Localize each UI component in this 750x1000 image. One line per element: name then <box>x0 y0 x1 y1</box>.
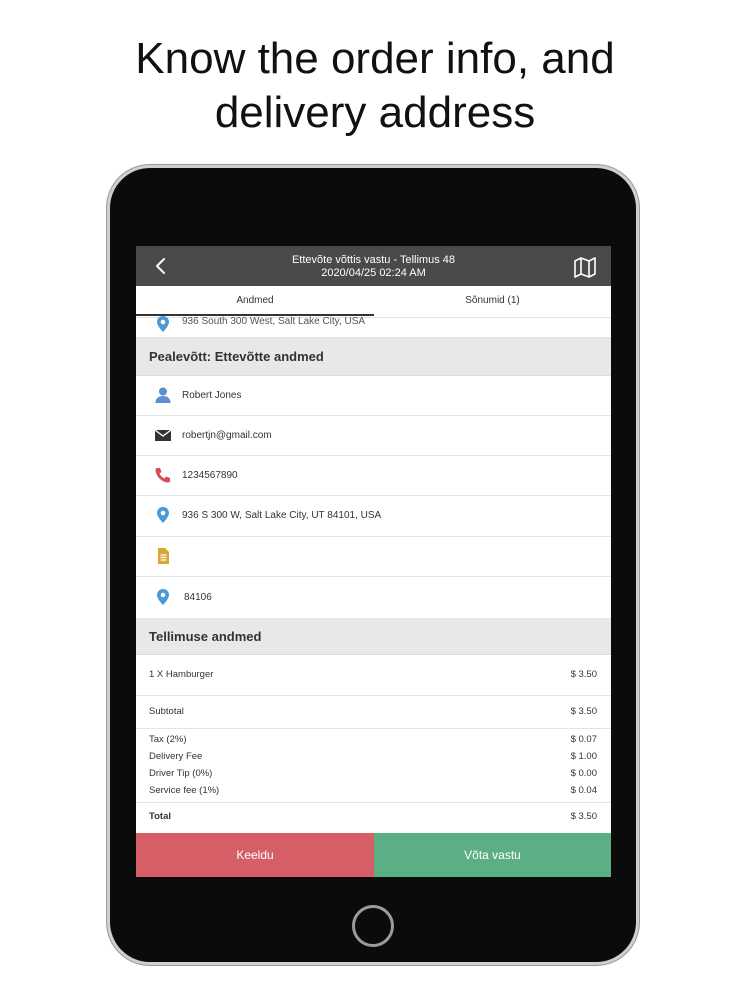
person-icon <box>155 387 171 403</box>
email-envelope-icon <box>154 429 172 441</box>
app-screen: Ettevõte võttis vastu - Tellimus 48 2020… <box>136 246 611 877</box>
location-pin-icon <box>157 316 169 332</box>
contact-name-row: Robert Jones <box>136 376 611 416</box>
order-item-amount: $ 3.50 <box>570 669 597 680</box>
order-datetime: 2020/04/25 02:24 AM <box>321 267 426 279</box>
fee-amount: $ 1.00 <box>570 751 597 762</box>
subtotal-amount: $ 3.50 <box>570 706 597 717</box>
headline-line-2: delivery address <box>214 88 536 137</box>
phone-icon <box>155 468 170 483</box>
order-title: Ettevõte võttis vastu - Tellimus 48 2020… <box>196 254 551 280</box>
tab-details[interactable]: Andmed <box>136 295 374 306</box>
fee-label: Delivery Fee <box>149 751 203 762</box>
order-item-label: 1 X Hamburger <box>149 669 214 680</box>
subtotal-label: Subtotal <box>149 706 184 717</box>
note-row <box>136 537 611 577</box>
contact-address: 936 S 300 W, Salt Lake City, UT 84101, U… <box>182 510 382 521</box>
contact-email: robertjn@gmail.com <box>182 430 272 441</box>
total-amount: $ 3.50 <box>570 811 597 822</box>
location-pin-icon <box>157 589 169 605</box>
top-bar: Ettevõte võttis vastu - Tellimus 48 2020… <box>136 246 611 286</box>
back-chevron-icon[interactable] <box>152 256 172 276</box>
reject-button[interactable]: Keeldu <box>136 833 374 877</box>
fee-amount: $ 0.00 <box>570 768 597 779</box>
pickup-section-header: Pealevõtt: Ettevõtte andmed <box>136 338 611 376</box>
contact-phone: 1234567890 <box>182 470 238 481</box>
order-section-header: Tellimuse andmed <box>136 619 611 655</box>
promo-headline: Know the order info, and delivery addres… <box>0 32 750 140</box>
tablet-frame: Ettevõte võttis vastu - Tellimus 48 2020… <box>110 168 636 962</box>
contact-email-row[interactable]: robertjn@gmail.com <box>136 416 611 456</box>
contact-phone-row[interactable]: 1234567890 <box>136 456 611 496</box>
order-item-row: 1 X Hamburger $ 3.50 <box>136 655 611 696</box>
fee-label: Tax (2%) <box>149 734 187 745</box>
headline-line-1: Know the order info, and <box>135 34 615 83</box>
tab-messages[interactable]: Sõnumid (1) <box>374 295 611 306</box>
home-button[interactable] <box>352 905 394 947</box>
note-document-icon <box>158 548 169 564</box>
fee-amount: $ 0.07 <box>570 734 597 745</box>
subtotal-row: Subtotal $ 3.50 <box>136 696 611 729</box>
order-status-title: Ettevõte võttis vastu - Tellimus 48 <box>291 254 456 266</box>
tab-bar: Andmed Sõnumid (1) <box>136 286 611 318</box>
fees-block: Tax (2%) $ 0.07 Delivery Fee $ 1.00 Driv… <box>136 729 611 803</box>
total-label: Total <box>149 811 171 822</box>
partial-address-text: 936 South 300 West, Salt Lake City, USA <box>182 316 366 327</box>
zip-row: 84106 <box>136 577 611 619</box>
map-icon[interactable] <box>573 256 597 278</box>
pickup-heading: Pealevõtt: Ettevõtte andmed <box>149 349 324 364</box>
contact-name: Robert Jones <box>182 390 242 401</box>
fee-amount: $ 0.04 <box>570 785 597 796</box>
order-heading: Tellimuse andmed <box>149 629 262 644</box>
total-row: Total $ 3.50 <box>136 803 611 832</box>
accept-button[interactable]: Võta vastu <box>374 833 611 877</box>
fee-label: Service fee (1%) <box>149 785 220 796</box>
location-pin-icon <box>157 507 169 523</box>
fee-label: Driver Tip (0%) <box>149 768 213 779</box>
contact-address-row[interactable]: 936 S 300 W, Salt Lake City, UT 84101, U… <box>136 496 611 537</box>
zip-code: 84106 <box>184 592 212 603</box>
partial-address-row: 936 South 300 West, Salt Lake City, USA <box>136 316 611 338</box>
